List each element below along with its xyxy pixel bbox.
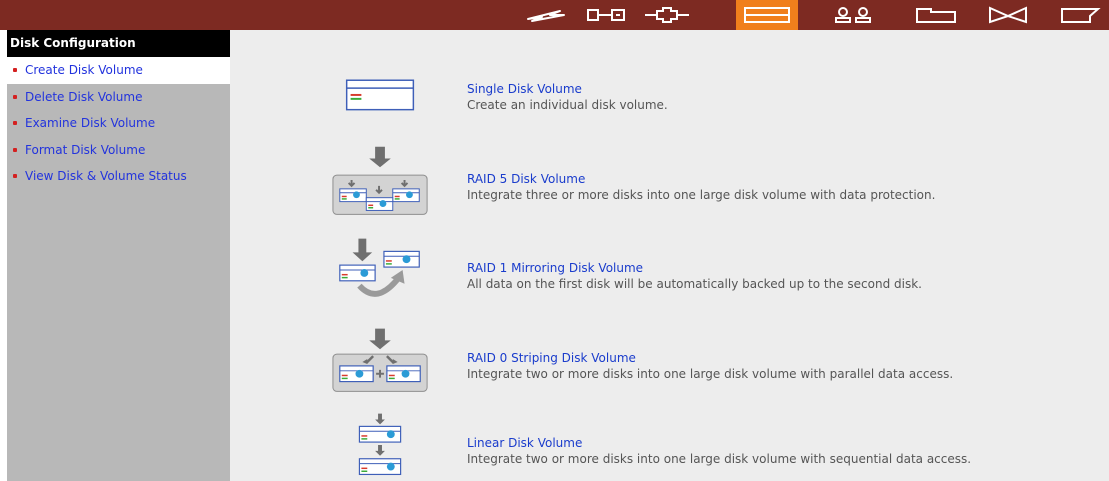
option-description: All data on the first disk will be autom… [467,277,922,291]
option-raid5-disk-volume: RAID 5 Disk Volume Integrate three or mo… [330,146,1090,217]
top-nav-bar [0,0,1109,30]
option-description: Integrate two or more disks into one lar… [467,367,954,381]
raid0-icon[interactable] [330,326,432,396]
option-title[interactable]: RAID 5 Disk Volume [467,172,585,186]
statistics-logs-icon[interactable] [1058,0,1109,30]
option-description: Integrate two or more disks into one lar… [467,452,972,466]
bullet-icon [13,68,17,72]
network-settings-icon[interactable] [638,0,696,30]
option-title[interactable]: RAID 1 Mirroring Disk Volume [467,261,643,275]
left-edge-strip [0,30,7,481]
disk-configuration-icon[interactable] [736,0,798,30]
system-settings-icon[interactable] [580,0,632,30]
sidebar-item-label: Delete Disk Volume [25,89,143,104]
sidebar-item-label: View Disk & Volume Status [25,169,187,183]
bullet-icon [13,121,17,125]
sidebar-item-view-disk-volume-status[interactable]: View Disk & Volume Status [7,163,230,190]
option-single-disk-volume: Single Disk Volume Create an individual … [330,57,1090,127]
sidebar: Disk Configuration Create Disk Volume De… [7,30,230,481]
option-title[interactable]: RAID 0 Striping Disk Volume [467,351,636,365]
sidebar-item-label: Create Disk Volume [25,63,143,77]
bullet-icon [13,94,17,99]
sidebar-item-label: Format Disk Volume [25,142,146,157]
bullet-icon [13,174,17,178]
network-share-icon[interactable] [906,0,966,30]
sidebar-item-delete-disk-volume[interactable]: Delete Disk Volume [7,84,230,111]
user-management-icon[interactable] [824,0,884,30]
option-description: Create an individual disk volume. [467,98,668,112]
option-raid1-disk-volume: RAID 1 Mirroring Disk Volume All data on… [330,236,1090,306]
sidebar-title: Disk Configuration [7,30,230,57]
sidebar-item-label: Examine Disk Volume [25,116,156,130]
linear-disk-icon[interactable] [330,411,432,481]
single-disk-icon[interactable] [330,57,432,127]
option-title[interactable]: Linear Disk Volume [467,436,582,450]
quick-config-icon[interactable] [520,0,572,30]
option-description: Integrate three or more disks into one l… [467,188,936,202]
system-tools-icon[interactable] [980,0,1036,30]
option-raid0-disk-volume: RAID 0 Striping Disk Volume Integrate tw… [330,326,1090,396]
option-title[interactable]: Single Disk Volume [467,82,582,96]
sidebar-item-create-disk-volume[interactable]: Create Disk Volume [7,57,230,84]
raid5-icon[interactable] [330,146,432,217]
raid1-icon[interactable] [330,236,432,306]
sidebar-item-examine-disk-volume[interactable]: Examine Disk Volume [7,110,230,137]
option-linear-disk-volume: Linear Disk Volume Integrate two or more… [330,411,1090,481]
sidebar-item-format-disk-volume[interactable]: Format Disk Volume [7,137,230,164]
bullet-icon [13,147,17,152]
